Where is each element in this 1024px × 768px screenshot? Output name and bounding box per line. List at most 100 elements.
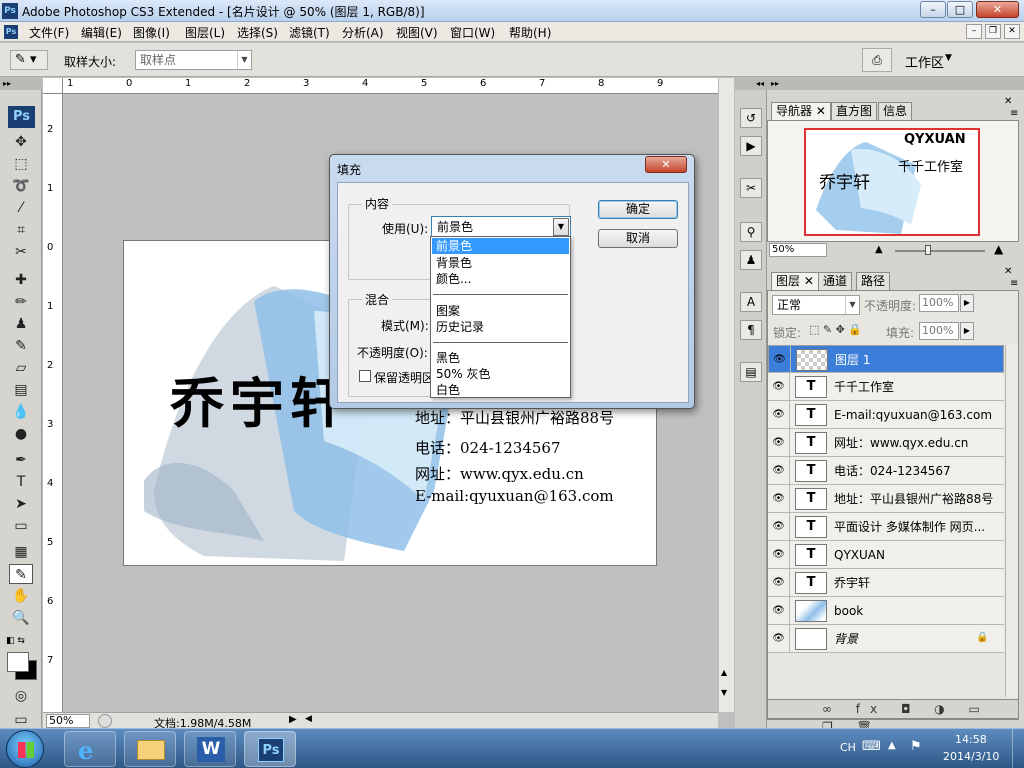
keyboard-icon[interactable]: ⌨ [862, 739, 881, 754]
pen-tool-icon[interactable]: ✒ [9, 450, 33, 470]
menu-edit[interactable]: 编辑(E) [81, 24, 122, 41]
menu-help[interactable]: 帮助(H) [509, 24, 551, 41]
strip-collapse-icon[interactable]: ◂◂ [735, 78, 767, 90]
dodge-tool-icon[interactable]: ● [9, 424, 33, 444]
dropdown-option[interactable]: 前景色 [432, 238, 569, 254]
chevron-down-icon[interactable]: ▼ [553, 218, 569, 236]
lasso-tool-icon[interactable]: ➰ [9, 176, 33, 196]
dropdown-option[interactable]: 背景色 [432, 255, 569, 271]
visibility-eye-icon[interactable]: 👁 [768, 429, 790, 457]
panels-collapse-icon[interactable]: ▸▸ [767, 78, 1024, 90]
hand-tool-icon[interactable]: ✋ [9, 586, 33, 606]
tab-histogram[interactable]: 直方图 [831, 102, 878, 120]
move-tool-icon[interactable]: ✥ [9, 132, 33, 152]
tool-presets-icon[interactable]: ✂ [740, 178, 762, 198]
layer-row[interactable]: 👁 背景 🔒 [768, 625, 1004, 653]
visibility-eye-icon[interactable]: 👁 [768, 597, 790, 625]
lock-icons[interactable]: ⬚ ✎ ✥ 🔒 [809, 323, 862, 336]
doc-restore-button[interactable]: ❐ [985, 24, 1001, 39]
visibility-eye-icon[interactable]: 👁 [768, 401, 790, 429]
eyedropper-tool-icon[interactable]: ✎ [9, 564, 33, 584]
close-button[interactable]: ✕ [976, 1, 1019, 18]
show-desktop-button[interactable] [1012, 729, 1024, 768]
menu-analysis[interactable]: 分析(A) [342, 24, 384, 41]
layer-thumbnail[interactable]: T [795, 572, 827, 594]
dropdown-option[interactable]: 白色 [432, 382, 569, 398]
layer-thumbnail[interactable]: T [795, 432, 827, 454]
layers-footer-icons[interactable]: ∞ fx ◘ ◑ ▭ ❐ 🗑 [767, 699, 1019, 734]
layers-scrollbar[interactable] [1005, 345, 1018, 697]
brushes-panel-icon[interactable]: ⚲ [740, 222, 762, 242]
navigator-zoom-field[interactable]: 50% [769, 243, 827, 257]
clock-time[interactable]: 14:58 [955, 733, 987, 746]
zoom-slider[interactable] [895, 250, 985, 252]
brush-tool-icon[interactable]: ✏ [9, 292, 33, 312]
tab-info[interactable]: 信息 [878, 102, 913, 120]
tab-channels[interactable]: 通道 [818, 272, 853, 290]
scroll-left-icon[interactable]: ◀ [305, 714, 312, 724]
layer-thumbnail[interactable] [796, 349, 828, 371]
eyedropper-preset-icon[interactable]: ✎ ▾ [10, 50, 48, 70]
zoom-in-icon[interactable]: ▲ [994, 242, 1003, 256]
use-select[interactable]: 前景色 ▼ [431, 216, 571, 238]
opacity-arrow-icon[interactable]: ▶ [960, 294, 974, 312]
visibility-eye-icon[interactable]: 👁 [768, 373, 790, 401]
panel-close-icon[interactable]: ✕ [1004, 266, 1012, 277]
layer-row[interactable]: 👁 T QYXUAN [768, 541, 1004, 569]
layer-row[interactable]: 👁 T 网址：www.qyx.edu.cn [768, 429, 1004, 457]
taskbar-word[interactable]: W [184, 731, 236, 767]
visibility-eye-icon[interactable]: 👁 [769, 346, 791, 374]
doc-close-button[interactable]: ✕ [1004, 24, 1020, 39]
layer-row[interactable]: 👁 T E-mail:qyuxuan@163.com [768, 401, 1004, 429]
layer-thumbnail[interactable] [795, 628, 827, 650]
marquee-tool-icon[interactable]: ⬚ [9, 154, 33, 174]
vertical-scrollbar[interactable]: ▲ ▼ [718, 78, 734, 712]
navigator-preview[interactable]: QYXUAN 千千工作室 乔宇轩 [804, 128, 980, 236]
notes-tool-icon[interactable]: ▦ [9, 542, 33, 562]
layer-row[interactable]: 👁 图层 1 [768, 345, 1004, 374]
slice-tool-icon[interactable]: ✂ [9, 242, 33, 262]
visibility-eye-icon[interactable]: 👁 [768, 485, 790, 513]
shape-tool-icon[interactable]: ▭ [9, 516, 33, 536]
taskbar-ie[interactable]: e [64, 731, 116, 767]
visibility-eye-icon[interactable]: 👁 [768, 513, 790, 541]
workspace-menu[interactable]: 工作区 [905, 52, 944, 71]
visibility-eye-icon[interactable]: 👁 [768, 541, 790, 569]
layer-comps-icon[interactable]: ▤ [740, 362, 762, 382]
layer-row[interactable]: 👁 T 地址：平山县银州广裕路88号 [768, 485, 1004, 513]
status-menu-arrow-icon[interactable]: ▶ [289, 714, 297, 725]
tab-paths[interactable]: 路径 [856, 272, 891, 290]
layer-row[interactable]: 👁 T 千千工作室 [768, 373, 1004, 401]
panel-close-icon[interactable]: ✕ [1004, 96, 1012, 107]
layer-thumbnail[interactable]: T [795, 376, 827, 398]
dropdown-option[interactable]: 黑色 [432, 350, 569, 366]
menu-file[interactable]: 文件(F) [29, 24, 69, 41]
layer-row[interactable]: 👁 book [768, 597, 1004, 625]
layer-row[interactable]: 👁 T 平面设计 多媒体制作 网页... [768, 513, 1004, 541]
history-brush-tool-icon[interactable]: ✎ [9, 336, 33, 356]
layer-thumbnail[interactable]: T [795, 516, 827, 538]
fill-arrow-icon[interactable]: ▶ [960, 322, 974, 340]
preserve-transparency-checkbox[interactable] [359, 370, 371, 382]
workspace-chevron-icon[interactable]: ▼ [945, 53, 952, 63]
layer-thumbnail[interactable]: T [795, 544, 827, 566]
toolbox-collapse-icon[interactable]: ▸▸ [0, 78, 42, 90]
default-colors-icon[interactable]: ◧ ⇆ [6, 636, 25, 646]
panel-menu-icon[interactable]: ≡ [1010, 108, 1018, 119]
ruler-origin[interactable] [43, 78, 63, 94]
status-icon[interactable] [98, 714, 112, 728]
visibility-eye-icon[interactable]: 👁 [768, 569, 790, 597]
path-selection-tool-icon[interactable]: ➤ [9, 494, 33, 514]
ps-badge-icon[interactable]: Ps [8, 106, 35, 128]
layer-row[interactable]: 👁 T 电话：024-1234567 [768, 457, 1004, 485]
tab-navigator[interactable]: 导航器 ✕ [771, 102, 831, 120]
dialog-close-button[interactable]: ✕ [645, 156, 687, 173]
taskbar-explorer[interactable] [124, 731, 176, 767]
tray-expand-icon[interactable]: ▲ [888, 740, 896, 751]
minimize-button[interactable]: – [920, 1, 946, 18]
gradient-tool-icon[interactable]: ▤ [9, 380, 33, 400]
zoom-tool-icon[interactable]: 🔍 [9, 608, 33, 628]
character-panel-icon[interactable]: A [740, 292, 762, 312]
scroll-up-icon[interactable]: ▲ [721, 668, 727, 677]
bridge-icon[interactable]: ⎙ [862, 48, 892, 72]
